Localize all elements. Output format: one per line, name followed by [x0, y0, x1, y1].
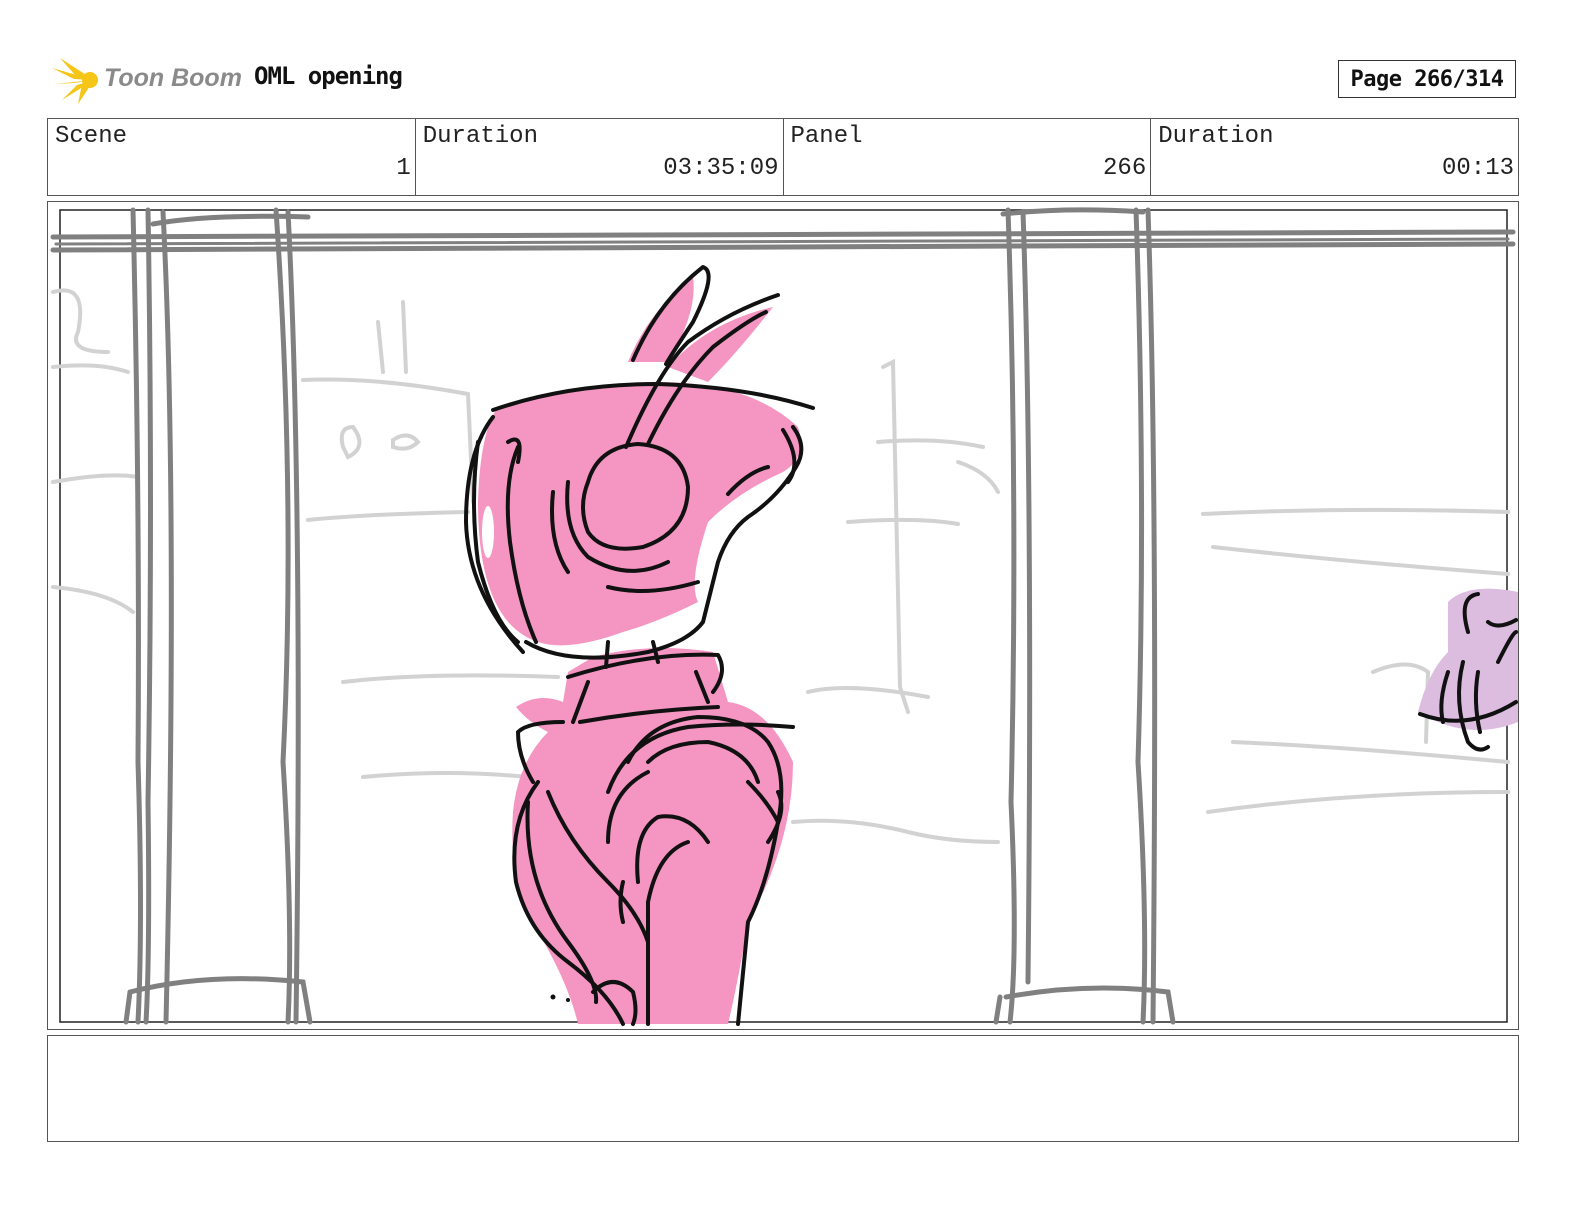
panel-info-table: Scene 1 Duration 03:35:09 Panel 266 Dura…: [47, 118, 1519, 196]
scene-duration-label: Duration: [422, 123, 538, 150]
panel-cell: Panel 266: [784, 119, 1152, 195]
main-character-sketch: [464, 265, 815, 1026]
page-indicator: Page 266/314: [1338, 60, 1516, 98]
storyboard-panel: [47, 201, 1519, 1030]
scene-duration-cell: Duration 03:35:09: [416, 119, 784, 195]
panel-label: Panel: [790, 123, 863, 150]
panel-value: 266: [1103, 155, 1147, 182]
camera-frame: [59, 209, 1508, 1023]
logo-wordmark: Toon Boom: [104, 64, 242, 92]
toon-boom-logo: Toon Boom: [50, 54, 242, 106]
project-title: OML opening: [254, 62, 403, 90]
scene-label: Scene: [55, 123, 128, 150]
panel-duration-cell: Duration 00:13: [1151, 119, 1518, 195]
sketch-drawing: [50, 207, 1518, 1026]
panel-duration-value: 00:13: [1441, 155, 1514, 182]
scene-value: 1: [396, 155, 411, 182]
starburst-icon: [52, 58, 98, 104]
scene-cell: Scene 1: [48, 119, 416, 195]
panel-duration-label: Duration: [1158, 123, 1274, 150]
architecture-sketch: [50, 207, 1516, 1025]
panel-notes-box: [47, 1035, 1519, 1142]
scene-duration-value: 03:35:09: [663, 155, 779, 182]
secondary-character-sketch: [1418, 588, 1518, 752]
